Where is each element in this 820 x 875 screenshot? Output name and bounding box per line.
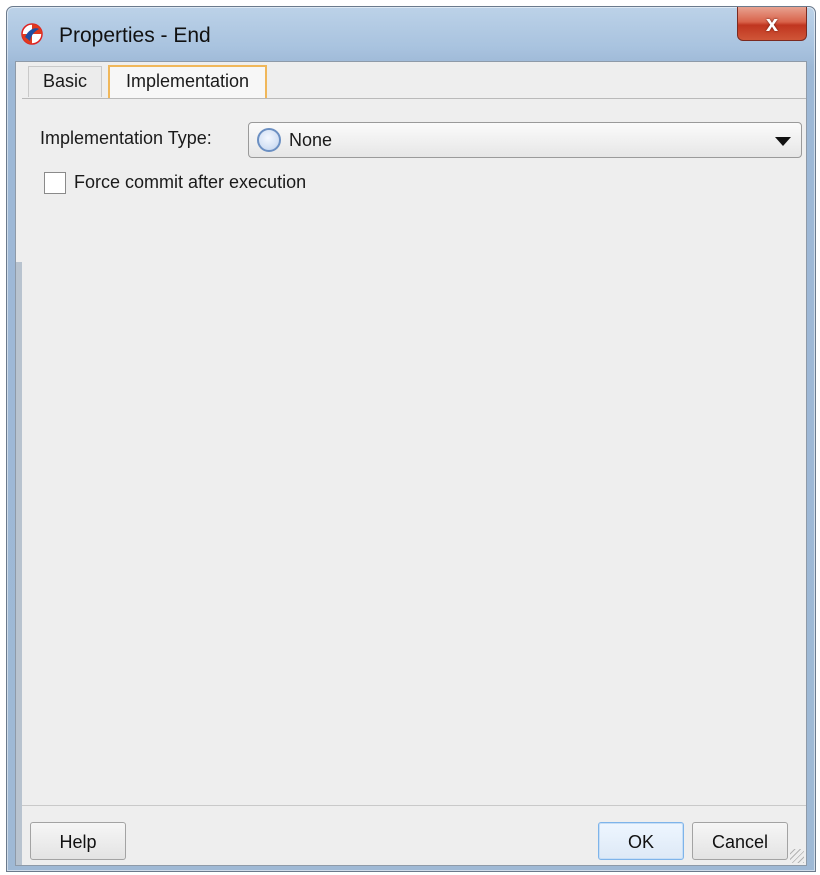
- implementation-type-dropdown[interactable]: None: [248, 122, 802, 158]
- implementation-panel: Implementation Type: None Force commit a…: [22, 98, 806, 805]
- oracle-app-icon: [21, 23, 43, 45]
- resize-grip-icon[interactable]: [790, 849, 804, 863]
- force-commit-checkbox[interactable]: [44, 172, 66, 194]
- dialog-content: Basic Implementation Implementation Type…: [15, 61, 807, 866]
- tab-bar: Basic Implementation: [22, 62, 806, 99]
- implementation-type-value: None: [289, 130, 333, 150]
- force-commit-label[interactable]: Force commit after execution: [74, 172, 306, 193]
- chevron-down-icon[interactable]: [775, 137, 791, 146]
- tab-basic[interactable]: Basic: [28, 66, 103, 97]
- radio-icon: [257, 128, 281, 152]
- ok-button[interactable]: OK: [598, 822, 684, 860]
- tab-implementation[interactable]: Implementation: [108, 65, 268, 98]
- implementation-type-label: Implementation Type:: [40, 128, 212, 148]
- help-button[interactable]: Help: [30, 822, 126, 860]
- footer-divider: [22, 805, 806, 806]
- window-title: Properties - End: [59, 24, 211, 47]
- close-icon: x: [765, 10, 779, 36]
- properties-dialog: Properties - End x Basic Implementation …: [6, 6, 816, 872]
- close-button[interactable]: x: [737, 7, 807, 41]
- title-bar[interactable]: Properties - End x: [7, 7, 815, 61]
- cancel-button[interactable]: Cancel: [692, 822, 788, 860]
